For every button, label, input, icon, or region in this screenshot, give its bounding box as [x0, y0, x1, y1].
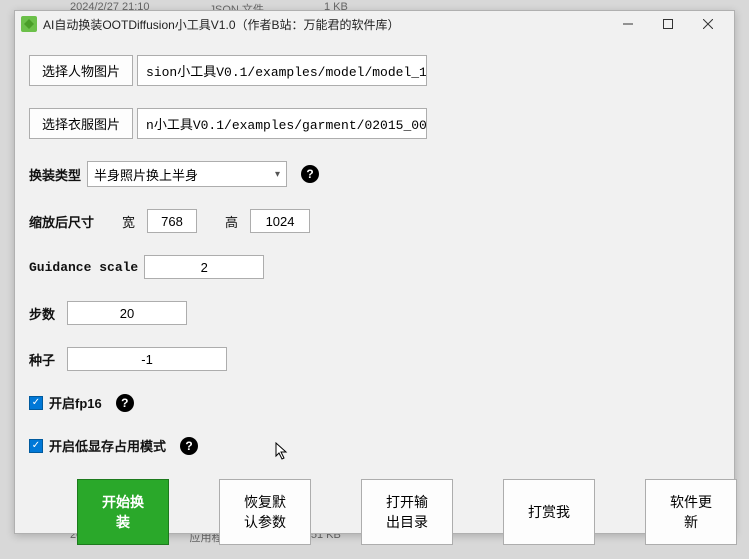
- width-label: 宽: [122, 212, 135, 231]
- garment-image-path[interactable]: n小工具V0.1/examples/garment/02015_00.jpg']: [137, 108, 427, 139]
- swap-type-select[interactable]: 半身照片换上半身 ▾: [87, 161, 287, 187]
- maximize-icon: [663, 19, 673, 29]
- guidance-input[interactable]: [144, 255, 264, 279]
- swap-type-label: 换装类型: [29, 165, 81, 184]
- steps-label: 步数: [29, 304, 55, 323]
- resize-row: 缩放后尺寸 宽 高: [29, 209, 720, 233]
- height-label: 高: [225, 212, 238, 231]
- help-icon[interactable]: ?: [301, 165, 319, 183]
- steps-row: 步数: [29, 301, 720, 325]
- maximize-button[interactable]: [648, 11, 688, 37]
- close-button[interactable]: [688, 11, 728, 37]
- fp16-label: 开启fp16: [49, 393, 102, 412]
- open-output-button[interactable]: 打开输出目录: [361, 479, 453, 545]
- minimize-button[interactable]: [608, 11, 648, 37]
- window-title: AI自动换装OOTDiffusion小工具V1.0（作者B站：万能君的软件库）: [43, 16, 608, 33]
- lowmem-label: 开启低显存占用模式: [49, 436, 166, 455]
- start-button[interactable]: 开始换装: [77, 479, 169, 545]
- app-icon: [21, 16, 37, 32]
- fp16-row: ✓ 开启fp16 ?: [29, 393, 720, 412]
- app-window: AI自动换装OOTDiffusion小工具V1.0（作者B站：万能君的软件库） …: [14, 10, 735, 534]
- donate-button[interactable]: 打赏我: [503, 479, 595, 545]
- minimize-icon: [623, 19, 633, 29]
- seed-label: 种子: [29, 350, 55, 369]
- help-icon[interactable]: ?: [180, 437, 198, 455]
- resize-label: 缩放后尺寸: [29, 212, 94, 231]
- lowmem-row: ✓ 开启低显存占用模式 ?: [29, 436, 720, 455]
- button-bar: 开始换装 恢复默认参数 打开输出目录 打赏我 软件更新: [29, 479, 720, 545]
- chevron-down-icon: ▾: [275, 169, 280, 180]
- swap-type-row: 换装类型 半身照片换上半身 ▾ ?: [29, 161, 720, 187]
- titlebar[interactable]: AI自动换装OOTDiffusion小工具V1.0（作者B站：万能君的软件库）: [15, 11, 734, 37]
- fp16-checkbox[interactable]: ✓: [29, 396, 43, 410]
- height-input[interactable]: [250, 209, 310, 233]
- select-garment-image-button[interactable]: 选择衣服图片: [29, 108, 133, 139]
- content-area: 选择人物图片 sion小工具V0.1/examples/model/model_…: [15, 37, 734, 559]
- width-input[interactable]: [147, 209, 197, 233]
- restore-defaults-button[interactable]: 恢复默认参数: [219, 479, 311, 545]
- help-icon[interactable]: ?: [116, 394, 134, 412]
- close-icon: [703, 19, 713, 29]
- seed-row: 种子: [29, 347, 720, 371]
- seed-input[interactable]: [67, 347, 227, 371]
- window-controls: [608, 11, 728, 37]
- update-button[interactable]: 软件更新: [645, 479, 737, 545]
- garment-image-row: 选择衣服图片 n小工具V0.1/examples/garment/02015_0…: [29, 108, 720, 139]
- lowmem-checkbox[interactable]: ✓: [29, 439, 43, 453]
- guidance-label: Guidance scale: [29, 260, 138, 275]
- steps-input[interactable]: [67, 301, 187, 325]
- person-image-row: 选择人物图片 sion小工具V0.1/examples/model/model_…: [29, 55, 720, 86]
- guidance-row: Guidance scale: [29, 255, 720, 279]
- select-person-image-button[interactable]: 选择人物图片: [29, 55, 133, 86]
- person-image-path[interactable]: sion小工具V0.1/examples/model/model_1.png']: [137, 55, 427, 86]
- swap-type-value: 半身照片换上半身: [94, 165, 198, 184]
